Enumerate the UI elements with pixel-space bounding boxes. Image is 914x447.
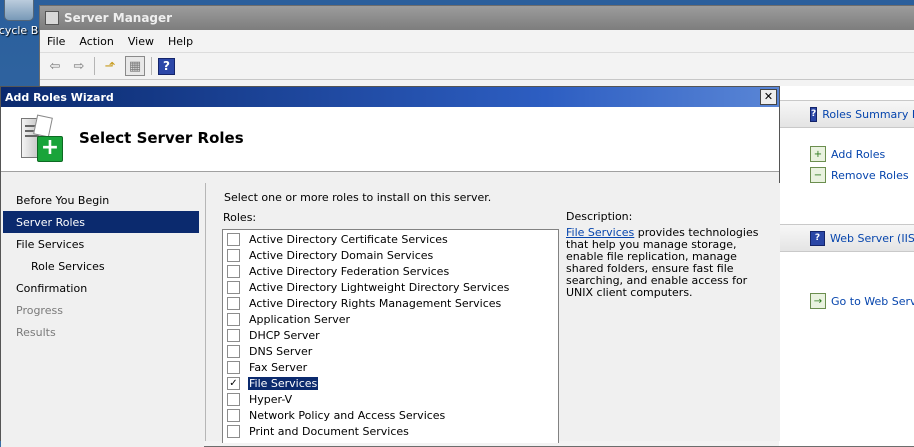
close-icon[interactable]: ✕: [760, 89, 777, 105]
server-roles-icon: +: [15, 114, 63, 164]
go-to-web-server-icon: →: [810, 293, 826, 309]
toolbar-separator: [151, 57, 152, 75]
wizard-nav: Before You Begin Server Roles File Service…: [1, 183, 204, 447]
show-hide-console-tree-icon[interactable]: ▦: [125, 56, 145, 76]
recycle-bin-image: [4, 0, 34, 21]
role-row[interactable]: Hyper-V: [223, 391, 558, 407]
add-roles-label: Add Roles: [831, 147, 886, 161]
role-checkbox[interactable]: ✓: [227, 376, 240, 390]
up-folder-icon[interactable]: ⬏: [101, 57, 119, 75]
description-text: File Services provides technologies that…: [566, 227, 771, 299]
role-row[interactable]: ✓ File Services: [223, 375, 558, 391]
nav-item-results: Results: [16, 325, 56, 339]
role-checkbox[interactable]: [227, 424, 240, 438]
toolbar: ⇦ ⇨ ⬏ ▦ ?: [40, 53, 914, 80]
instruction-text: Select one or more roles to install on t…: [224, 191, 492, 204]
wizard-content: Select one or more roles to install on t…: [205, 183, 780, 443]
remove-roles-label: Remove Roles: [831, 168, 909, 182]
roles-label: Roles:: [223, 211, 257, 224]
go-to-web-server-link[interactable]: → Go to Web Serve: [810, 293, 914, 309]
recycle-bin-icon[interactable]: ecycle Bin: [0, 0, 48, 60]
help-icon: ?: [810, 106, 818, 122]
roles-summary-header[interactable]: ? Roles Summary H: [779, 100, 914, 128]
toolbar-separator: [94, 57, 95, 75]
role-label: File Services: [248, 376, 319, 390]
add-roles-link[interactable]: + Add Roles: [810, 146, 885, 162]
role-checkbox[interactable]: [227, 408, 240, 422]
role-checkbox[interactable]: [227, 344, 240, 358]
role-checkbox[interactable]: [227, 328, 240, 342]
page-title: Select Server Roles: [79, 129, 244, 147]
role-checkbox[interactable]: [227, 296, 240, 310]
server-manager-title: Server Manager: [64, 11, 173, 25]
role-row[interactable]: DHCP Server: [223, 327, 558, 343]
menu-action[interactable]: Action: [72, 35, 120, 48]
server-manager-app-icon: [45, 11, 59, 25]
web-server-header[interactable]: ? Web Server (IIS): [779, 224, 914, 252]
role-row[interactable]: Active Directory Certificate Services: [223, 231, 558, 247]
role-label: Print and Document Services: [249, 424, 409, 438]
role-label: Active Directory Domain Services: [249, 248, 434, 262]
role-row[interactable]: Active Directory Domain Services: [223, 247, 558, 263]
role-label: Active Directory Certificate Services: [249, 232, 448, 246]
role-row[interactable]: Network Policy and Access Services: [223, 407, 558, 423]
forward-arrow-icon[interactable]: ⇨: [70, 57, 88, 75]
roles-list[interactable]: Active Directory Certificate Services Act…: [222, 229, 559, 443]
back-arrow-icon[interactable]: ⇦: [46, 57, 64, 75]
wizard-titlebar[interactable]: Add Roles Wizard ✕: [1, 87, 779, 107]
server-manager-titlebar[interactable]: Server Manager: [40, 6, 914, 30]
role-label: DHCP Server: [249, 328, 320, 342]
nav-item-role-services[interactable]: Role Services: [1, 255, 204, 277]
nav-item-progress: Progress: [16, 303, 63, 317]
role-label: Hyper-V: [249, 392, 293, 406]
add-roles-icon: +: [810, 146, 826, 162]
role-row[interactable]: DNS Server: [223, 343, 558, 359]
role-row[interactable]: Active Directory Lightweight Directory S…: [223, 279, 558, 295]
web-server-label: Web Server (IIS): [830, 231, 914, 245]
role-label: Fax Server: [249, 360, 308, 374]
roles-summary-label: Roles Summary H: [822, 107, 914, 121]
nav-item-file-services[interactable]: File Services: [1, 233, 204, 255]
actions-pane: ? Roles Summary H + Add Roles − Remove R…: [779, 86, 914, 446]
role-label: Active Directory Lightweight Directory S…: [249, 280, 510, 294]
go-to-web-server-label: Go to Web Serve: [831, 294, 914, 308]
add-roles-wizard-dialog: Add Roles Wizard ✕ + Select Server Roles…: [0, 86, 780, 447]
menu-file[interactable]: File: [40, 35, 72, 48]
role-row[interactable]: Print and Document Services: [223, 423, 558, 439]
nav-item-confirmation[interactable]: Confirmation: [1, 277, 204, 299]
role-checkbox[interactable]: [227, 312, 240, 326]
role-label: DNS Server: [249, 344, 313, 358]
wizard-header: + Select Server Roles: [1, 107, 779, 172]
role-row[interactable]: Active Directory Federation Services: [223, 263, 558, 279]
menu-view[interactable]: View: [121, 35, 161, 48]
help-icon[interactable]: ?: [158, 57, 175, 75]
role-label: Active Directory Rights Management Servi…: [249, 296, 502, 310]
role-checkbox[interactable]: [227, 392, 240, 406]
role-label: Application Server: [249, 312, 351, 326]
role-row[interactable]: Fax Server: [223, 359, 558, 375]
menu-bar: File Action View Help: [40, 30, 914, 53]
role-label: Active Directory Federation Services: [249, 264, 450, 278]
wizard-title: Add Roles Wizard: [5, 90, 114, 104]
remove-roles-icon: −: [810, 167, 826, 183]
role-row[interactable]: Application Server: [223, 311, 558, 327]
role-row[interactable]: Active Directory Rights Management Servi…: [223, 295, 558, 311]
role-checkbox[interactable]: [227, 264, 240, 278]
role-checkbox[interactable]: [227, 232, 240, 246]
role-label: Network Policy and Access Services: [249, 408, 446, 422]
role-checkbox[interactable]: [227, 248, 240, 262]
nav-item-before-you-begin[interactable]: Before You Begin: [1, 189, 204, 211]
nav-item-server-roles[interactable]: Server Roles: [3, 211, 199, 233]
description-label: Description:: [566, 210, 633, 223]
help-icon: ?: [810, 230, 825, 246]
menu-help[interactable]: Help: [161, 35, 200, 48]
remove-roles-link[interactable]: − Remove Roles: [810, 167, 909, 183]
recycle-bin-label: ecycle Bin: [0, 24, 48, 37]
role-checkbox[interactable]: [227, 360, 240, 374]
role-checkbox[interactable]: [227, 280, 240, 294]
